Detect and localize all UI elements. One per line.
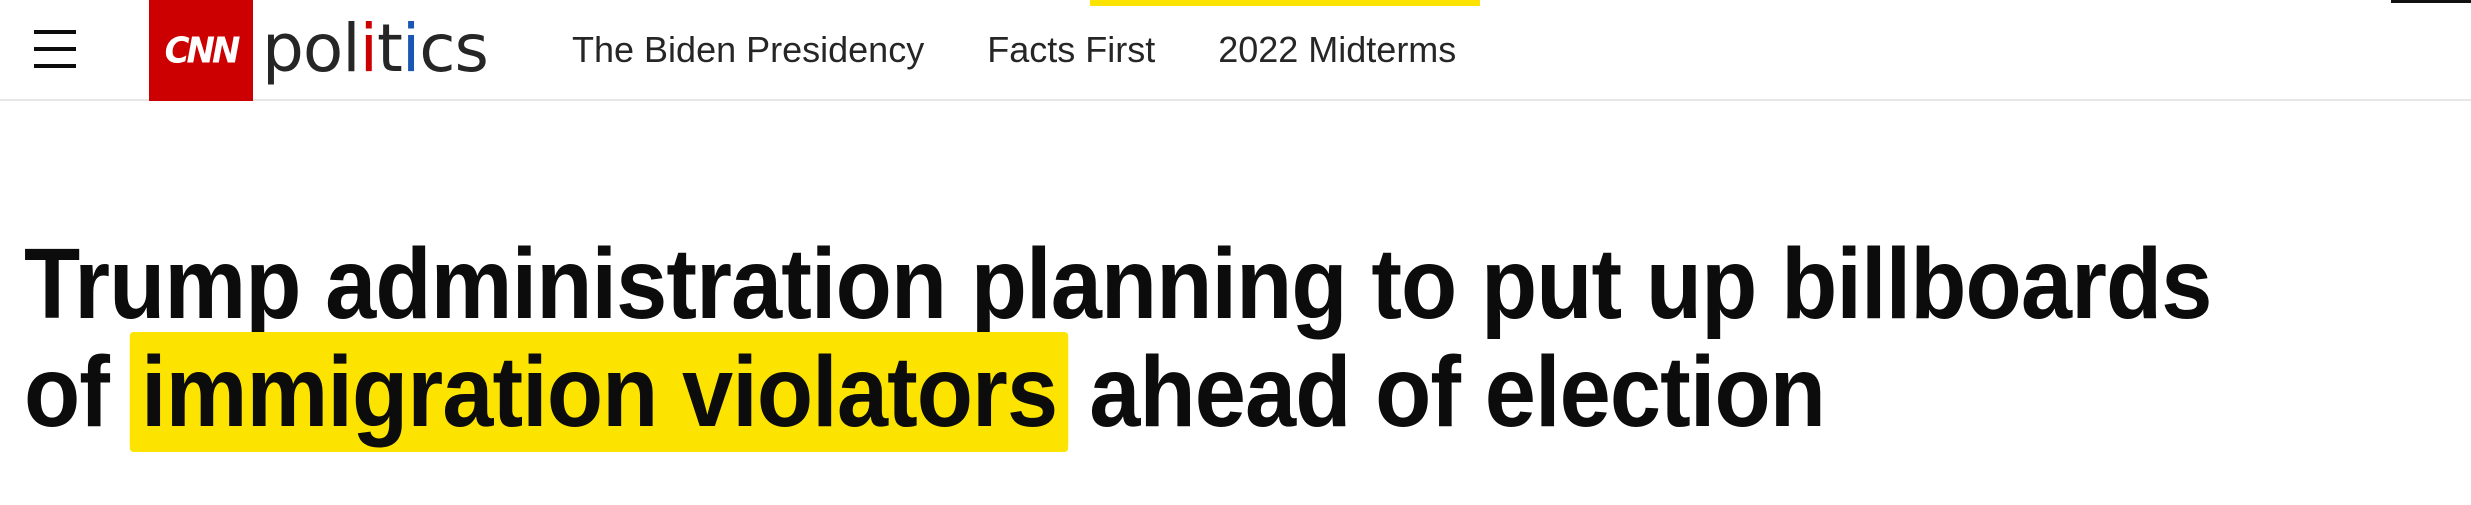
headline-highlighted-phrase: immigration violators	[129, 332, 1069, 448]
site-header: CNN pol i t i cs The Biden Presidency Facts …	[0, 0, 2471, 101]
cnn-logo-text: CNN	[164, 29, 241, 72]
nav-link-facts-first[interactable]: Facts First	[987, 28, 1155, 72]
top-edge-mark	[2391, 0, 2471, 3]
hamburger-menu-icon[interactable]	[26, 24, 84, 76]
section-logo-part-5: cs	[419, 9, 489, 87]
headline-line-2-suffix: ahead of election	[1089, 336, 1826, 448]
section-logo-part-4: i	[401, 9, 420, 87]
headline-line-2-prefix: of	[24, 336, 110, 448]
menu-bar-middle	[34, 47, 76, 51]
cnn-logo[interactable]: CNN	[149, 0, 253, 101]
article-headline: Trump administration planning to put up …	[24, 228, 2269, 448]
nav-link-biden-presidency[interactable]: The Biden Presidency	[572, 28, 924, 72]
section-logo-part-2: i	[359, 9, 378, 87]
menu-bar-bottom	[34, 64, 76, 68]
section-nav: The Biden Presidency Facts First 2022 Mi…	[572, 28, 1456, 72]
top-highlight-strip	[1090, 0, 1480, 6]
politics-section-logo[interactable]: pol i t i cs	[262, 8, 489, 88]
headline-line-2: of immigration violators ahead of electi…	[24, 332, 2269, 448]
menu-bar-top	[34, 30, 76, 34]
section-logo-part-1: pol	[262, 9, 361, 87]
headline-line-1: Trump administration planning to put up …	[24, 228, 2212, 340]
nav-link-2022-midterms[interactable]: 2022 Midterms	[1218, 28, 1456, 72]
section-logo-part-3: t	[376, 9, 403, 87]
